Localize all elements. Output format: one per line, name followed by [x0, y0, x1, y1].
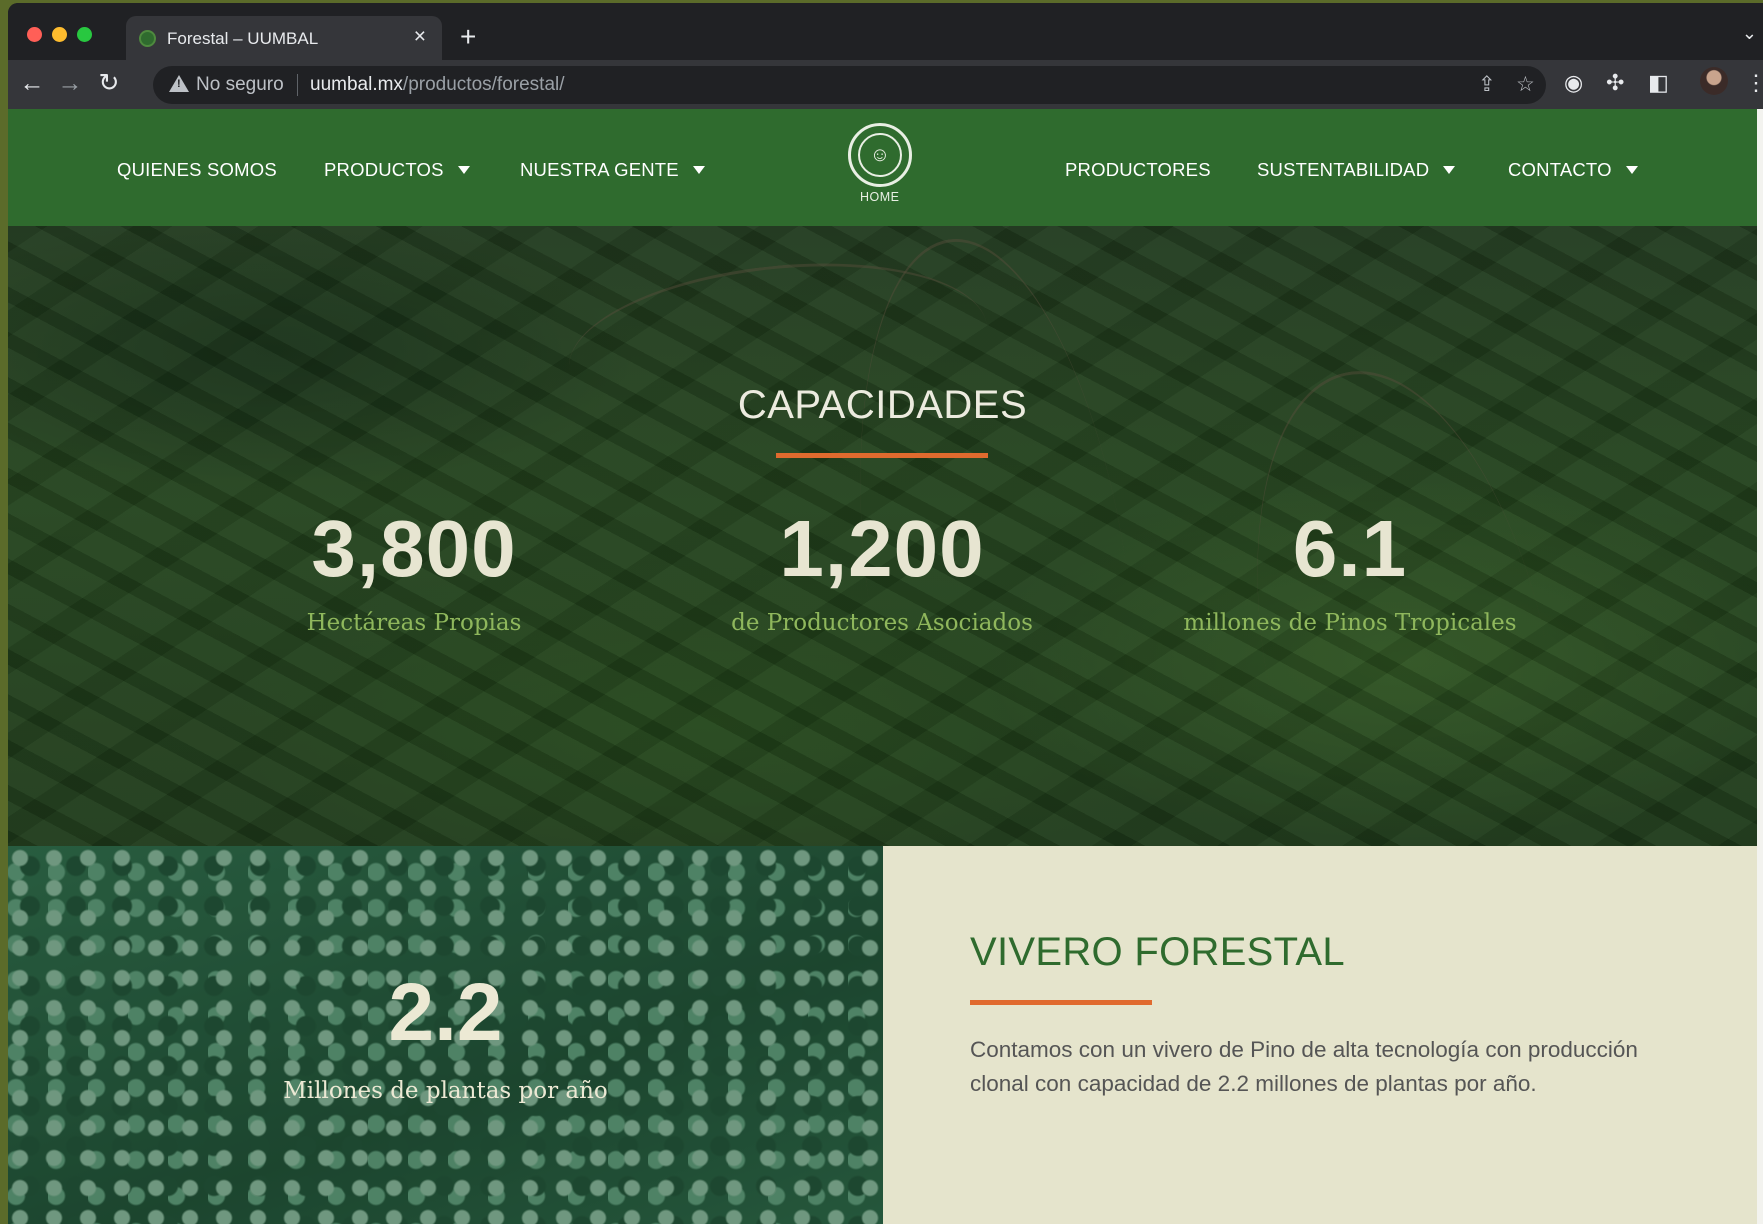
- profile-avatar[interactable]: [1700, 67, 1728, 95]
- dropdown-caret-icon: [692, 166, 705, 174]
- dropdown-caret-icon: [457, 166, 470, 174]
- vivero-stat-label: Millones de plantas por año: [283, 1078, 608, 1104]
- back-arrow-icon[interactable]: ←: [17, 69, 47, 97]
- favicon-icon: [139, 30, 156, 47]
- kebab-menu-icon[interactable]: ⋮: [1745, 70, 1763, 96]
- vivero-forest-image: 2.2 Millones de plantas por año: [8, 846, 883, 1224]
- capacidades-hero: CAPACIDADES 3,800 Hectáreas Propias 1,20…: [8, 226, 1757, 846]
- vivero-stat-value: 2.2: [388, 967, 503, 1058]
- site-navbar: QUIENES SOMOS PRODUCTOS NUESTRA GENTE ☺ …: [8, 109, 1757, 226]
- nav-nuestra-gente[interactable]: NUESTRA GENTE: [520, 159, 705, 181]
- tab-title: Forestal – UUMBAL: [167, 29, 319, 48]
- stat-pinos-label: millones de Pinos Tropicales: [1183, 610, 1517, 636]
- maximize-window-button[interactable]: [77, 27, 92, 42]
- address-bar[interactable]: No seguro uumbal.mx/productos/forestal/ …: [153, 66, 1546, 104]
- nav-productores[interactable]: PRODUCTORES: [1065, 159, 1211, 181]
- tab-search-icon[interactable]: ⌄: [1742, 23, 1757, 44]
- active-tab[interactable]: Forestal – UUMBAL ×: [126, 16, 442, 61]
- tab-strip: Forestal – UUMBAL × + ⌄: [8, 3, 1763, 61]
- vivero-underline: [970, 1000, 1152, 1005]
- url-text[interactable]: uumbal.mx/productos/forestal/: [310, 74, 565, 96]
- nav-nuestra-gente-label: NUESTRA GENTE: [520, 159, 679, 180]
- nav-sustentabilidad-label: SUSTENTABILIDAD: [1257, 159, 1430, 180]
- home-logo[interactable]: ☺: [848, 123, 912, 187]
- minimize-window-button[interactable]: [52, 27, 67, 42]
- security-label[interactable]: No seguro: [196, 74, 284, 96]
- star-icon[interactable]: ☆: [1516, 72, 1535, 97]
- close-window-button[interactable]: [27, 27, 42, 42]
- share-icon[interactable]: ⇪: [1478, 72, 1496, 97]
- warning-icon[interactable]: [169, 75, 189, 92]
- vivero-description: Contamos con un vivero de Pino de alta t…: [970, 1037, 1638, 1096]
- sidepanel-icon[interactable]: ◧: [1648, 70, 1669, 96]
- camera-icon[interactable]: ◉: [1564, 70, 1583, 96]
- vivero-title: VIVERO FORESTAL: [970, 930, 1345, 974]
- browser-toolbar: ← → ↻ No seguro uumbal.mx/productos/fore…: [8, 60, 1763, 109]
- screen: Forestal – UUMBAL × + ⌄ ← → ↻ No seguro …: [0, 0, 1763, 1224]
- logo-glyph-icon: ☺: [858, 133, 902, 177]
- forward-arrow-icon[interactable]: →: [55, 69, 85, 97]
- new-tab-button[interactable]: +: [460, 23, 476, 51]
- nav-productos-label: PRODUCTOS: [324, 159, 444, 180]
- puzzle-icon[interactable]: ✣: [1606, 70, 1624, 96]
- dropdown-caret-icon: [1443, 166, 1456, 174]
- url-path: /productos/forestal/: [402, 74, 565, 95]
- tab-close-icon[interactable]: ×: [414, 26, 426, 48]
- stat-pinos-value: 6.1: [1292, 504, 1408, 593]
- home-label[interactable]: HOME: [860, 190, 900, 204]
- nav-productos[interactable]: PRODUCTOS: [324, 159, 470, 181]
- capacidades-title: CAPACIDADES: [737, 383, 1028, 427]
- nav-contacto-label: CONTACTO: [1508, 159, 1612, 180]
- omnibox-divider: [297, 74, 298, 96]
- vivero-panel: VIVERO FORESTAL Contamos con un vivero d…: [883, 846, 1757, 1224]
- nav-contacto[interactable]: CONTACTO: [1508, 159, 1638, 181]
- reload-icon[interactable]: ↻: [94, 69, 124, 97]
- title-underline: [776, 453, 988, 458]
- dropdown-caret-icon: [1625, 166, 1638, 174]
- url-host: uumbal.mx: [310, 74, 403, 95]
- scrollbar-track[interactable]: [1757, 109, 1763, 1224]
- browser-window: Forestal – UUMBAL × + ⌄ ← → ↻ No seguro …: [8, 3, 1763, 109]
- nav-quienes-somos[interactable]: QUIENES SOMOS: [117, 159, 277, 181]
- nav-sustentabilidad[interactable]: SUSTENTABILIDAD: [1257, 159, 1456, 181]
